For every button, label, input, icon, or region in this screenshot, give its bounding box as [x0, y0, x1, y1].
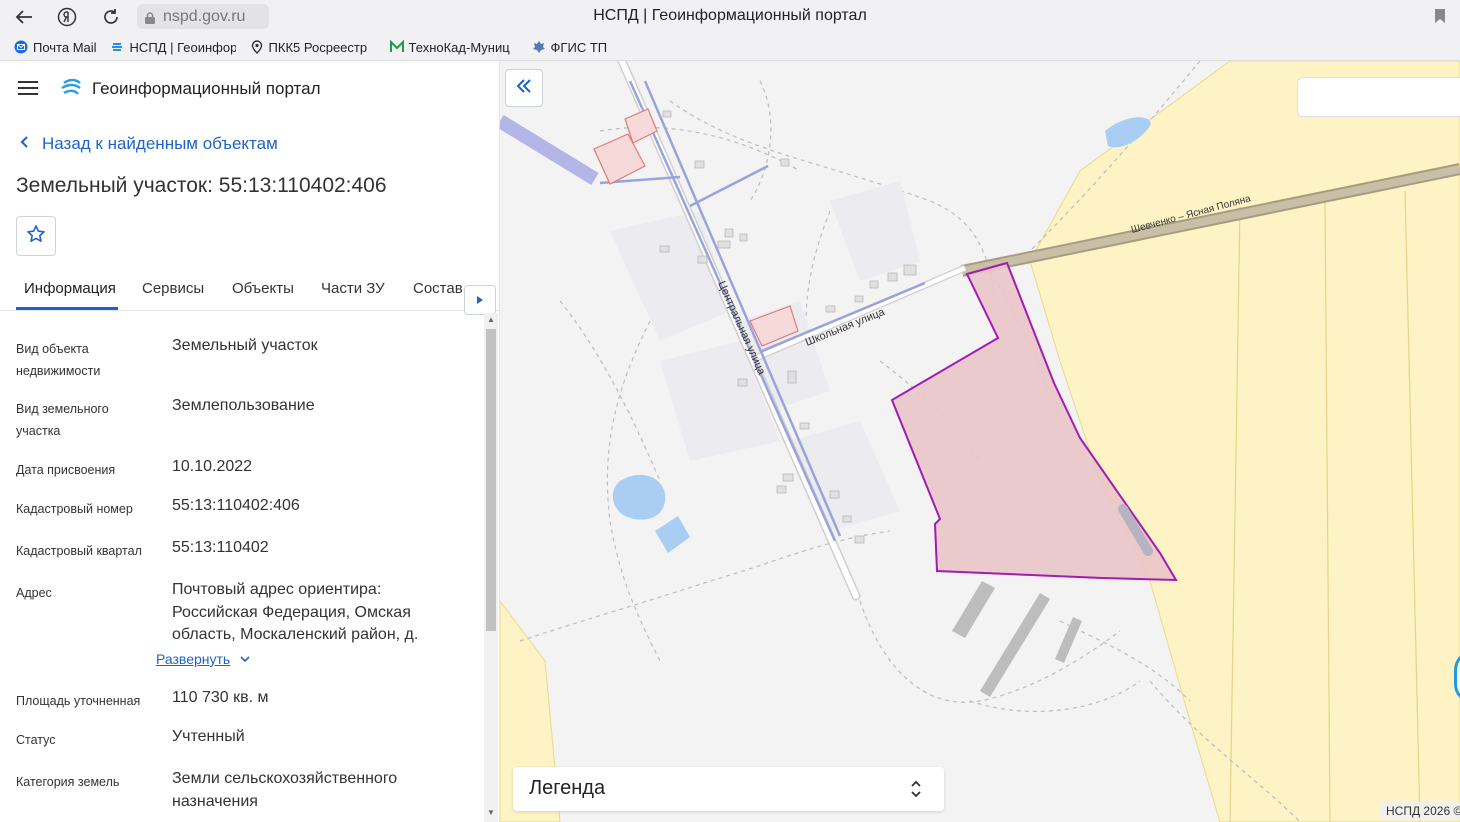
collapse-panel-button[interactable] [505, 69, 543, 107]
tabs-scroll-right-button[interactable] [464, 285, 496, 315]
browser-toolbar: nspd.gov.ru НСПД | Геоинформационный пор… [0, 0, 1460, 34]
legend-panel[interactable]: Легенда [513, 767, 944, 811]
tab-services[interactable]: Сервисы [142, 280, 204, 297]
bookmark-technokad[interactable]: ТехноКад-Муниц [389, 39, 518, 55]
map-copyright: НСПД 2026 © [1380, 802, 1460, 820]
map-canvas: Центральная улица Школьная улица Шевченк… [500, 61, 1460, 822]
chevron-down-icon [240, 652, 250, 666]
bookmark-nspd[interactable]: НСПД | Геоинфор [111, 40, 236, 55]
info-scrollbar[interactable]: ▲ ▼ [484, 313, 498, 822]
bookmark-pkk5[interactable]: ПКК5 Росреестр [250, 40, 376, 55]
caret-right-icon [477, 291, 483, 309]
tab-composition[interactable]: Состав [413, 280, 463, 297]
back-to-results-link[interactable]: Назад к найденным объектам [20, 134, 278, 154]
pin-icon [250, 40, 264, 54]
bookmark-icon[interactable] [1434, 8, 1446, 24]
tab-information[interactable]: Информация [24, 280, 116, 297]
back-arrow-icon[interactable] [11, 4, 37, 30]
favorite-button[interactable] [16, 216, 56, 256]
active-tab-indicator [16, 307, 118, 310]
portal-title: Геоинформационный портал [92, 79, 321, 98]
menu-icon[interactable] [18, 81, 38, 95]
scroll-down-icon[interactable]: ▼ [486, 808, 496, 817]
object-info-panel: Геоинформационный портал Назад к найденн… [0, 61, 500, 822]
map-view[interactable]: Центральная улица Школьная улица Шевченк… [500, 61, 1460, 822]
bookmark-fgis[interactable]: ФГИС ТП [532, 40, 607, 55]
portal-logo-icon [60, 77, 82, 99]
object-tabs: Информация Сервисы Объекты Части ЗУ Сост… [0, 271, 500, 315]
yandex-icon[interactable] [54, 4, 80, 30]
bookmarks-bar: Почта Mail НСПД | Геоинфор ПКК5 Росреест… [0, 34, 1460, 61]
expand-address-link[interactable]: Развернуть [156, 651, 250, 667]
lock-icon [145, 11, 155, 24]
mail-icon [14, 40, 28, 54]
double-chevron-left-icon [516, 78, 532, 98]
object-title: Земельный участок: 55:13:110402:406 [16, 174, 387, 197]
expand-collapse-icon[interactable] [909, 777, 923, 801]
chevron-left-icon [20, 135, 28, 153]
m-icon [389, 39, 404, 54]
map-search-input[interactable] [1297, 77, 1460, 117]
emblem-icon [532, 40, 546, 54]
url-text: nspd.gov.ru [163, 7, 246, 25]
bookmark-mail[interactable]: Почта Mail [14, 40, 97, 55]
address-bar[interactable]: nspd.gov.ru [137, 4, 269, 29]
tab-parcel-parts[interactable]: Части ЗУ [321, 280, 385, 297]
scroll-up-icon[interactable]: ▲ [486, 315, 496, 324]
info-list: Вид объекта недвижимости Земельный участ… [16, 337, 419, 810]
star-icon [26, 224, 46, 249]
tab-objects[interactable]: Объекты [232, 280, 294, 297]
scroll-thumb[interactable] [486, 329, 496, 631]
legend-title: Легенда [529, 777, 606, 799]
reload-icon[interactable] [98, 4, 124, 30]
nspd-icon [111, 40, 125, 54]
